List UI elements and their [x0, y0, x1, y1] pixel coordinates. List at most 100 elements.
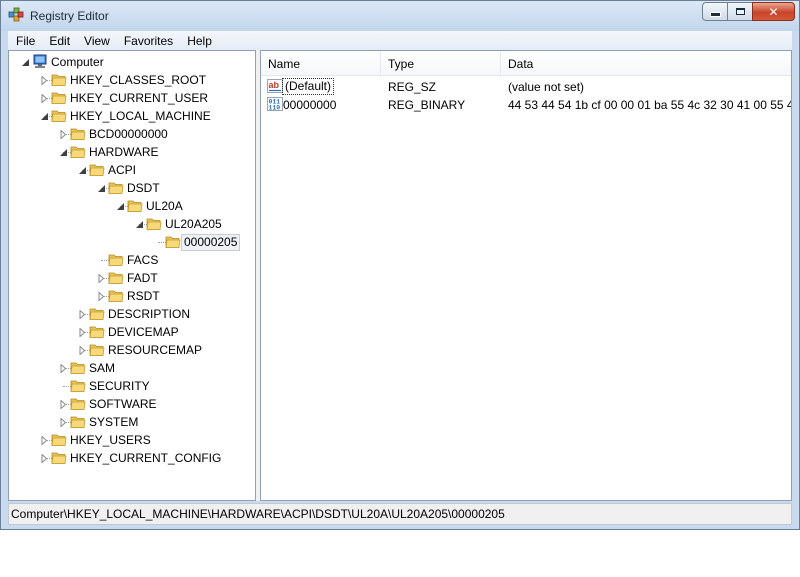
collapse-arrow-icon[interactable] [78, 166, 87, 175]
tree-item[interactable]: SYSTEM [9, 413, 255, 431]
folder-icon [70, 416, 86, 428]
list-header: Name Type Data [261, 51, 791, 76]
tree-item[interactable]: ACPI [9, 161, 255, 179]
tree-item-label-selected: 00000205 [181, 234, 241, 251]
window-title: Registry Editor [30, 9, 109, 23]
expand-arrow-icon[interactable] [40, 454, 49, 463]
column-header-name[interactable]: Name [261, 51, 381, 76]
collapse-arrow-icon[interactable] [40, 112, 49, 121]
registry-tree-pane[interactable]: Computer HKEY_CLASSES_ROOT HKEY_CURRENT_US… [8, 50, 256, 501]
column-header-data[interactable]: Data [501, 51, 791, 76]
tree-item-label: RESOURCEMAP [108, 343, 203, 357]
tree-item[interactable]: FADT [9, 269, 255, 287]
tree-item[interactable]: SOFTWARE [9, 395, 255, 413]
value-type: REG_BINARY [388, 98, 466, 112]
value-row[interactable]: 011 110 00000000 REG_BINARY 44 53 44 54 … [261, 96, 791, 114]
tree-item[interactable]: UL20A [9, 197, 255, 215]
folder-icon [70, 398, 86, 410]
tree-item-label: HKEY_CLASSES_ROOT [70, 73, 207, 87]
status-bar-path: Computer\HKEY_LOCAL_MACHINE\HARDWARE\ACP… [8, 503, 792, 525]
tree-item-label: SYSTEM [89, 415, 139, 429]
collapse-arrow-icon[interactable] [97, 184, 106, 193]
svg-text:ab: ab [269, 80, 280, 90]
tree-item[interactable]: HKEY_LOCAL_MACHINE [9, 107, 255, 125]
collapse-arrow-icon[interactable] [59, 148, 68, 157]
tree-item[interactable]: SAM [9, 359, 255, 377]
tree-item-label: RSDT [127, 289, 160, 303]
folder-icon [70, 128, 86, 140]
tree-item[interactable]: HKEY_CURRENT_USER [9, 89, 255, 107]
menu-view[interactable]: View [77, 34, 117, 48]
expand-arrow-icon[interactable] [78, 346, 87, 355]
expand-arrow-icon[interactable] [59, 364, 68, 373]
registry-editor-app-icon [8, 7, 24, 22]
tree-item[interactable]: 00000205 [9, 233, 255, 251]
expand-arrow-icon[interactable] [97, 274, 106, 283]
tree-item[interactable]: SECURITY [9, 377, 255, 395]
folder-icon [127, 200, 143, 212]
expand-arrow-icon[interactable] [97, 292, 106, 301]
tree-item[interactable]: UL20A205 [9, 215, 255, 233]
tree-item[interactable]: HARDWARE [9, 143, 255, 161]
tree-item[interactable]: RESOURCEMAP [9, 341, 255, 359]
title-bar[interactable]: Registry Editor ✕ [1, 1, 799, 31]
close-icon: ✕ [768, 4, 779, 19]
menu-favorites[interactable]: Favorites [117, 34, 180, 48]
folder-icon [70, 146, 86, 158]
folder-icon [51, 74, 67, 86]
folder-icon [89, 344, 105, 356]
expand-arrow-icon[interactable] [59, 418, 68, 427]
tree-item-label: HKEY_CURRENT_CONFIG [70, 451, 222, 465]
menu-help[interactable]: Help [180, 34, 219, 48]
tree-item[interactable]: HKEY_USERS [9, 431, 255, 449]
value-row[interactable]: ab (Default) REG_SZ (value not set) [261, 78, 791, 96]
tree-item[interactable]: RSDT [9, 287, 255, 305]
close-button[interactable]: ✕ [752, 2, 795, 21]
collapse-arrow-icon[interactable] [116, 202, 125, 211]
minimize-button[interactable] [702, 2, 728, 21]
values-list-pane[interactable]: Name Type Data ab (Default) REG_SZ (valu… [260, 50, 792, 501]
expand-arrow-icon[interactable] [59, 400, 68, 409]
folder-icon [70, 362, 86, 374]
tree-item-label: Computer [51, 55, 104, 69]
menu-edit[interactable]: Edit [42, 34, 77, 48]
folder-icon [108, 182, 124, 194]
tree-item[interactable]: HKEY_CURRENT_CONFIG [9, 449, 255, 467]
folder-icon [51, 434, 67, 446]
maximize-button[interactable] [727, 2, 753, 21]
tree-item-label: UL20A [146, 199, 183, 213]
tree-item[interactable]: Computer [9, 53, 255, 71]
tree-item[interactable]: DESCRIPTION [9, 305, 255, 323]
expand-arrow-icon[interactable] [40, 94, 49, 103]
value-name: (Default) [282, 78, 335, 95]
column-header-type[interactable]: Type [381, 51, 501, 76]
collapse-arrow-icon[interactable] [135, 220, 144, 229]
tree-item-label: UL20A205 [165, 217, 222, 231]
expand-arrow-icon[interactable] [59, 130, 68, 139]
maximize-icon [735, 8, 745, 15]
tree-item[interactable]: FACS [9, 251, 255, 269]
folder-icon [108, 254, 124, 266]
tree-item[interactable]: DSDT [9, 179, 255, 197]
tree-item-label: HKEY_LOCAL_MACHINE [70, 109, 211, 123]
menu-file[interactable]: File [8, 34, 42, 48]
expand-arrow-icon[interactable] [78, 310, 87, 319]
tree-item[interactable]: DEVICEMAP [9, 323, 255, 341]
value-data: 44 53 44 54 1b cf 00 00 01 ba 55 4c 32 3… [508, 98, 791, 112]
tree-item-label: SOFTWARE [89, 397, 157, 411]
expand-arrow-icon[interactable] [40, 436, 49, 445]
computer-icon [33, 54, 47, 68]
collapse-arrow-icon[interactable] [21, 58, 30, 67]
folder-icon [51, 92, 67, 104]
tree-item[interactable]: HKEY_CLASSES_ROOT [9, 71, 255, 89]
tree-item[interactable]: BCD00000000 [9, 125, 255, 143]
desktop-background [0, 530, 800, 577]
folder-icon [89, 308, 105, 320]
value-data: (value not set) [508, 80, 585, 94]
folder-icon [89, 326, 105, 338]
binary-value-icon: 011 110 [267, 97, 283, 111]
expand-arrow-icon[interactable] [78, 328, 87, 337]
folder-icon [51, 452, 67, 464]
expand-arrow-icon[interactable] [40, 76, 49, 85]
folder-icon [108, 290, 124, 302]
